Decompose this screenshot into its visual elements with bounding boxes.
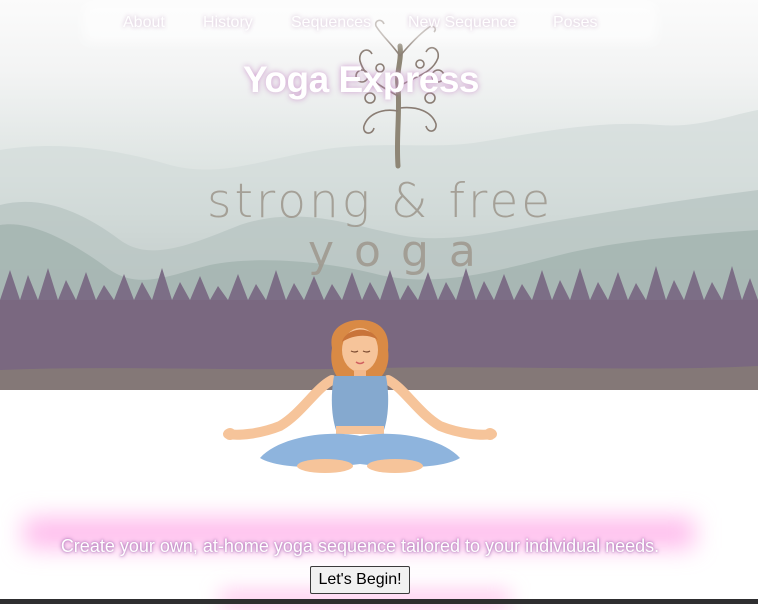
nav-item-about[interactable]: About bbox=[123, 14, 165, 32]
nav-item-sequences[interactable]: Sequences bbox=[291, 14, 371, 32]
nav-item-history[interactable]: History bbox=[203, 14, 253, 32]
page-title: Yoga Express bbox=[230, 58, 492, 102]
lets-begin-button[interactable]: Let's Begin! bbox=[310, 566, 410, 594]
tagline-text: Create your own, at-home yoga sequence t… bbox=[60, 536, 660, 556]
nav-item-poses[interactable]: Poses bbox=[553, 14, 597, 32]
logo-text-strong-free: strong & free bbox=[207, 174, 554, 229]
main-nav: About History Sequences New Sequence Pos… bbox=[90, 10, 650, 36]
nav-item-new-sequence[interactable]: New Sequence bbox=[408, 14, 517, 32]
meditating-woman-illustration bbox=[223, 320, 497, 473]
bottom-edge-bar bbox=[0, 599, 758, 604]
logo-text-yoga: yoga bbox=[308, 226, 496, 277]
